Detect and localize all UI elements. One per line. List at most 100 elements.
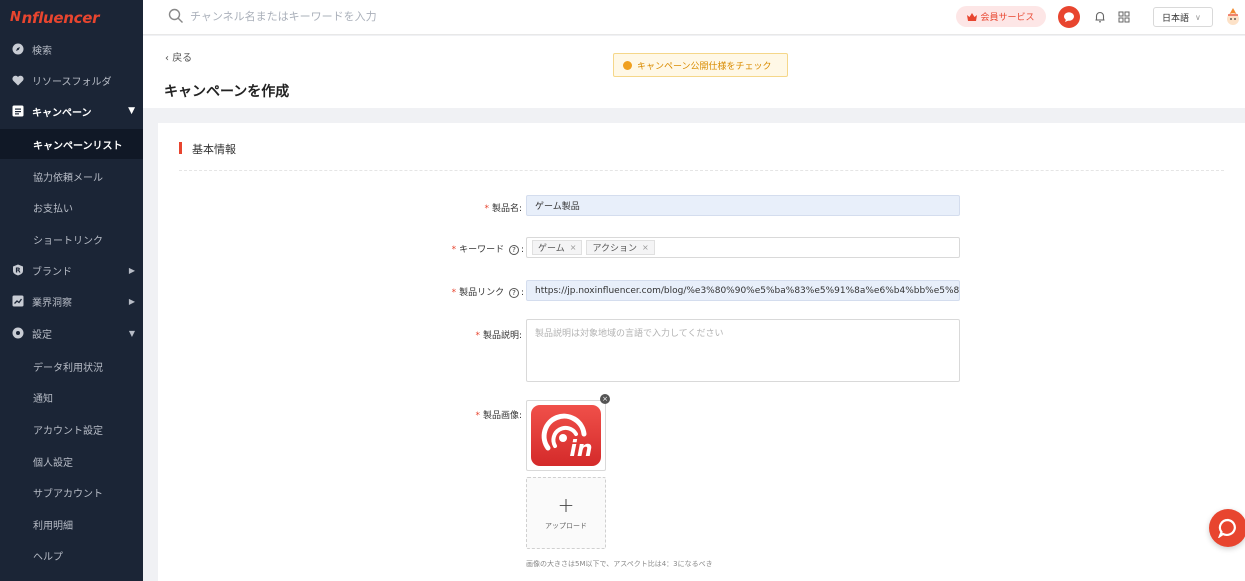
sidebar-item-campaign[interactable]: キャンペーン ▼ xyxy=(0,96,143,126)
sidebar: Nnfluencer 検索 リソースフォルダ キャンペーン ▼ キャンペーンリス… xyxy=(0,0,143,581)
question-icon[interactable]: ? xyxy=(508,245,519,255)
chevron-down-icon: ∨ xyxy=(1195,12,1201,22)
sidebar-item-payment[interactable]: お支払い xyxy=(0,192,143,222)
noxinfluencer-app-icon: in xyxy=(531,405,601,466)
topbar: チャンネル名またはキーワードを入力 会員サービス 日本語 ∨ xyxy=(143,0,1245,35)
sidebar-item-label: 利用明細 xyxy=(33,520,73,532)
help-chat-button[interactable] xyxy=(1209,509,1245,547)
chart-icon xyxy=(11,295,24,308)
product-description-label: * 製品説明: xyxy=(475,331,522,341)
sidebar-item-label: アカウント設定 xyxy=(33,425,103,437)
app-logo[interactable]: Nnfluencer xyxy=(0,0,143,35)
caret-right-icon: ▶ xyxy=(128,265,135,275)
product-link-input[interactable]: https://jp.noxinfluencer.com/blog/%e3%80… xyxy=(526,280,960,301)
heart-icon xyxy=(11,74,24,87)
sidebar-item-usage-statement[interactable]: 利用明細 xyxy=(0,509,143,539)
search-placeholder: チャンネル名またはキーワードを入力 xyxy=(190,10,377,23)
sidebar-item-label: サブアカウント xyxy=(33,488,103,500)
sidebar-item-resource-folder[interactable]: リソースフォルダ xyxy=(0,65,143,95)
chat-bubble-icon xyxy=(1218,518,1236,538)
product-link-value: https://jp.noxinfluencer.com/blog/%e3%80… xyxy=(535,285,960,296)
description-placeholder: 製品説明は対象地域の言語で入力してください xyxy=(535,329,724,339)
product-name-label: * 製品名: xyxy=(484,204,522,214)
section-title: 基本情報 xyxy=(179,141,236,157)
product-name-value: ゲーム製品 xyxy=(535,202,580,212)
keyword-tag: アクション × xyxy=(586,240,655,255)
product-image-label: * 製品画像: xyxy=(475,411,522,421)
vip-service-button[interactable]: 会員サービス xyxy=(956,6,1046,27)
sidebar-item-cooperation-mail[interactable]: 協力依頼メール xyxy=(0,161,143,191)
sidebar-item-settings[interactable]: 設定 ▼ xyxy=(0,318,143,348)
sidebar-item-label: リソースフォルダ xyxy=(32,76,112,88)
back-link[interactable]: ‹ 戻る xyxy=(165,49,192,64)
compass-icon xyxy=(11,43,24,56)
back-label: 戻る xyxy=(172,53,193,64)
page-header: ‹ 戻る キャンペーン公開仕様をチェック キャンペーンを作成 xyxy=(143,36,1245,108)
brand-icon: R xyxy=(11,264,24,277)
caret-down-icon: ▼ xyxy=(128,106,135,116)
sidebar-item-industry-insight[interactable]: 業界洞察 ▶ xyxy=(0,286,143,316)
sidebar-item-help[interactable]: ヘルプ xyxy=(0,540,143,570)
keyword-input[interactable]: ゲーム × アクション × xyxy=(526,237,960,258)
vip-label: 会員サービス xyxy=(980,13,1035,23)
sidebar-item-label: 業界洞察 xyxy=(32,297,72,309)
logo-text: nfluencer xyxy=(21,8,100,27)
product-description-textarea[interactable]: 製品説明は対象地域の言語で入力してください xyxy=(526,319,960,382)
sidebar-item-label: ブランド xyxy=(32,266,72,278)
keyword-label: * キーワード ?: xyxy=(451,245,524,255)
search-input[interactable]: チャンネル名またはキーワードを入力 xyxy=(168,8,377,24)
language-value: 日本語 xyxy=(1162,13,1190,24)
gear-icon xyxy=(11,327,24,340)
notice-text: キャンペーン公開仕様をチェック xyxy=(637,61,772,72)
svg-text:R: R xyxy=(15,267,21,275)
spec-notice-link[interactable]: キャンペーン公開仕様をチェック xyxy=(613,53,788,77)
product-link-label: * 製品リンク ?: xyxy=(451,288,524,298)
chat-bubble-icon xyxy=(1064,12,1074,22)
crown-icon xyxy=(967,12,978,21)
sidebar-item-label: ショートリンク xyxy=(33,235,103,247)
question-icon[interactable]: ? xyxy=(508,288,519,298)
sidebar-item-label: データ利用状況 xyxy=(33,362,103,374)
image-hint: 画像の大きさは5M以下で、アスペクト比は4：3になるべき xyxy=(526,560,713,568)
sidebar-item-label: ヘルプ xyxy=(33,551,63,563)
caret-right-icon: ▶ xyxy=(128,296,135,306)
page-title: キャンペーンを作成 xyxy=(164,84,290,100)
divider xyxy=(179,170,1224,171)
basic-info-card: 基本情報 * 製品名: ゲーム製品 * キーワード ?: ゲーム × アクション × *… xyxy=(158,123,1245,581)
plus-icon: + xyxy=(557,493,575,517)
keyword-tag: ゲーム × xyxy=(532,240,583,255)
apps-grid-icon[interactable] xyxy=(1117,10,1131,24)
sidebar-item-label: 検索 xyxy=(32,45,52,57)
sidebar-item-search[interactable]: 検索 xyxy=(0,34,143,64)
search-icon xyxy=(168,8,183,23)
product-name-input[interactable]: ゲーム製品 xyxy=(526,195,960,216)
sidebar-item-brand[interactable]: R ブランド ▶ xyxy=(0,255,143,285)
sidebar-item-label: 設定 xyxy=(32,329,52,341)
remove-image-icon[interactable]: × xyxy=(600,394,610,404)
sidebar-item-label: 個人設定 xyxy=(33,457,73,469)
sidebar-item-label: 協力依頼メール xyxy=(33,172,103,184)
close-icon[interactable]: × xyxy=(642,243,649,252)
sidebar-item-label: 通知 xyxy=(33,393,53,405)
caret-down-icon: ▼ xyxy=(128,328,135,338)
close-icon[interactable]: × xyxy=(570,243,577,252)
sidebar-item-label: キャンペーン xyxy=(32,107,92,119)
sidebar-item-notification[interactable]: 通知 xyxy=(0,382,143,412)
logo-mark: N xyxy=(10,10,21,25)
upload-button[interactable]: + アップロード xyxy=(526,477,606,549)
bell-icon[interactable] xyxy=(1093,9,1107,25)
message-button[interactable] xyxy=(1058,6,1080,28)
sidebar-item-account-settings[interactable]: アカウント設定 xyxy=(0,414,143,444)
svg-text:in: in xyxy=(569,437,592,462)
document-icon xyxy=(11,105,24,118)
info-dot-icon xyxy=(623,60,632,70)
sidebar-item-data-usage[interactable]: データ利用状況 xyxy=(0,351,143,381)
sidebar-item-short-link[interactable]: ショートリンク xyxy=(0,224,143,254)
language-select[interactable]: 日本語 ∨ xyxy=(1153,7,1213,27)
sidebar-item-campaign-list[interactable]: キャンペーンリスト xyxy=(0,129,143,159)
sidebar-item-label: お支払い xyxy=(33,203,73,215)
sidebar-item-sub-account[interactable]: サブアカウント xyxy=(0,477,143,507)
sidebar-item-personal-settings[interactable]: 個人設定 xyxy=(0,446,143,476)
product-image-preview[interactable]: in xyxy=(526,400,606,471)
avatar[interactable] xyxy=(1221,5,1245,29)
